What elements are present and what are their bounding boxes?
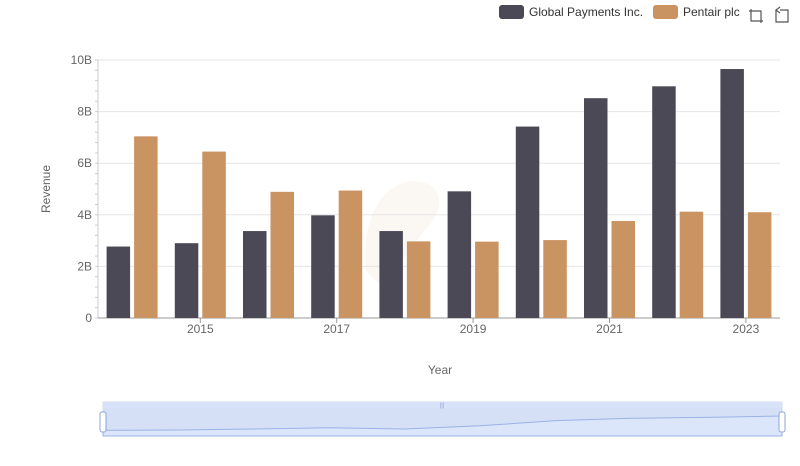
legend-swatch-global-payments [499, 5, 524, 19]
x-tick-label: 2019 [460, 322, 487, 336]
y-tick-label: 6B [77, 156, 92, 170]
y-tick-label: 8B [77, 105, 92, 119]
bar-pentair [270, 191, 294, 318]
zoom-select-icon[interactable] [749, 9, 763, 23]
chart: 0 2B 4B 6B 8B 10B 2015 2017 2019 2021 2023 Revenue… [0, 0, 800, 461]
bar-pentair [475, 241, 499, 318]
chart-svg: 0 2B 4B 6B 8B 10B 2015 2017 2019 2021 2023 Revenue… [39, 5, 789, 437]
x-tick-label: 2015 [187, 322, 214, 336]
bar-global-payments [652, 86, 676, 318]
bar-global-payments [379, 231, 403, 318]
bar-pentair [679, 211, 704, 318]
y-tick-label: 0 [85, 311, 92, 325]
slider-handle-right[interactable] [778, 411, 786, 433]
bar-pentair [747, 212, 772, 318]
legend-label-global-payments: Global Payments Inc. [529, 5, 643, 19]
legend-item-global-payments[interactable]: Global Payments Inc. [499, 5, 643, 19]
x-tick-label: 2023 [733, 322, 760, 336]
zoom-reset-icon[interactable] [775, 6, 789, 23]
bar-pentair [202, 151, 226, 318]
bar-global-payments [243, 231, 267, 318]
legend-swatch-pentair [653, 5, 678, 19]
legend-item-pentair[interactable]: Pentair plc [653, 5, 740, 19]
x-tick-label: 2017 [323, 322, 350, 336]
bars [106, 69, 772, 319]
bar-global-payments [447, 191, 472, 318]
bar-pentair [543, 240, 567, 318]
bar-global-payments [720, 69, 744, 318]
x-tick-label: 2021 [596, 322, 623, 336]
y-tick-label: 2B [77, 259, 92, 273]
bar-global-payments [515, 126, 540, 319]
bar-pentair [611, 220, 635, 318]
slider-handle-left[interactable] [99, 411, 107, 433]
y-tick-label: 10B [71, 53, 92, 67]
bar-global-payments [106, 246, 131, 318]
bar-pentair [134, 136, 158, 318]
bar-pentair [406, 241, 431, 318]
bar-global-payments [311, 215, 335, 318]
y-tick-label: 4B [77, 208, 92, 222]
grid-lines [98, 59, 780, 267]
slider-grip-icon: ||| [440, 403, 445, 409]
x-axis-title: Year [428, 363, 452, 377]
bar-global-payments [174, 243, 199, 318]
bar-pentair [338, 190, 363, 318]
y-axis-title: Revenue [39, 165, 53, 213]
legend: Global Payments Inc. Pentair plc [499, 5, 740, 19]
data-zoom-slider[interactable]: ||| [99, 401, 786, 437]
legend-label-pentair: Pentair plc [683, 5, 740, 19]
bar-global-payments [584, 98, 608, 319]
